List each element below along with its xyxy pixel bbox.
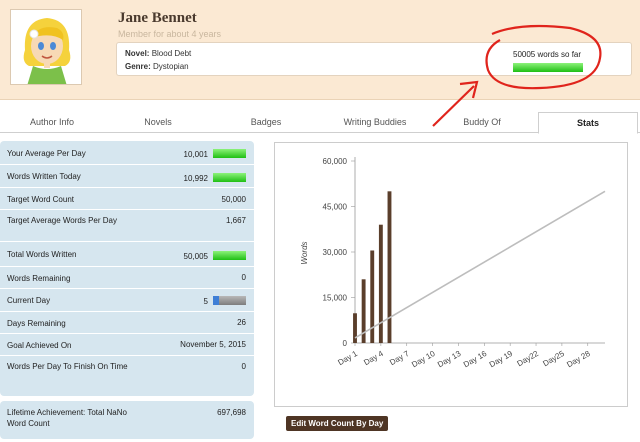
words-so-far: 50005 words so far — [513, 50, 582, 59]
user-name: Jane Bennet — [118, 10, 197, 26]
target-line — [354, 190, 606, 339]
avatar[interactable] — [10, 9, 82, 85]
stat-progress-bar — [213, 296, 246, 305]
stat-label: Days Remaining — [7, 319, 66, 328]
stat-row-words-per-day-finish: Words Per Day To Finish On Time 0 — [0, 356, 254, 396]
word-count-chart: 0 15,000 30,000 45,000 60,000 Words Day 1 Day 4… — [274, 142, 628, 407]
stat-value: 26 — [237, 318, 246, 327]
lifetime-panel: Lifetime Achievement: Total NaNo Word Co… — [0, 401, 254, 439]
stat-value: 0 — [241, 362, 246, 371]
stat-value: 50,000 — [221, 195, 246, 204]
novel-info-box: Novel: Blood Debt Genre: Dystopian 50005… — [116, 42, 632, 76]
x-tick-label: Day 16 — [462, 349, 489, 370]
profile-header: Jane Bennet Member for about 4 years Nov… — [0, 0, 640, 100]
tab-novels[interactable]: Novels — [108, 112, 208, 133]
stat-progress-bar — [213, 149, 246, 158]
tab-buddy-of[interactable]: Buddy Of — [432, 112, 532, 133]
stat-label: Target Average Words Per Day — [7, 216, 117, 225]
stat-row-days-remaining: Days Remaining 26 — [0, 312, 254, 334]
stat-label: Total Words Written — [7, 250, 77, 259]
stat-row-words-remaining: Words Remaining 0 — [0, 267, 254, 289]
y-axis-label: Words — [300, 241, 309, 264]
x-tick-label: Day 28 — [565, 349, 592, 370]
profile-tabs: Author Info Novels Badges Writing Buddie… — [0, 112, 640, 134]
chart-bar — [378, 224, 383, 343]
x-tick-label: Day 7 — [388, 349, 411, 368]
stat-label: Current Day — [7, 296, 51, 305]
x-tick-label: Day22 — [516, 349, 541, 369]
stat-label: Target Word Count — [7, 195, 74, 204]
stat-row-target-word-count: Target Word Count 50,000 — [0, 188, 254, 210]
novel-title[interactable]: Blood Debt — [152, 49, 192, 58]
stat-value: November 5, 2015 — [180, 340, 246, 349]
lifetime-label: Lifetime Achievement: Total NaNo Word Co… — [7, 408, 127, 428]
x-tick-label: Day 19 — [488, 349, 515, 370]
genre-label: Genre: — [125, 62, 151, 71]
stat-value: 10,001 — [183, 150, 208, 159]
y-tick-label: 60,000 — [323, 157, 348, 166]
x-tick-label: Day 10 — [410, 349, 437, 370]
y-tick-label: 15,000 — [323, 294, 348, 303]
chart-bar — [387, 191, 392, 343]
stat-progress-bar — [213, 173, 246, 182]
novel-line: Novel: Blood Debt — [125, 49, 191, 58]
y-tick-label: 0 — [343, 339, 348, 348]
tab-badges[interactable]: Badges — [216, 112, 316, 133]
x-tick-label: Day 4 — [362, 349, 385, 368]
stat-value: 50,005 — [183, 252, 208, 261]
avatar-illustration-icon — [11, 10, 81, 84]
tab-stats[interactable]: Stats — [538, 112, 638, 134]
member-duration: Member for about 4 years — [118, 29, 222, 39]
stat-label: Goal Achieved On — [7, 341, 72, 350]
y-tick-label: 45,000 — [323, 203, 348, 212]
stat-label: Words Remaining — [7, 274, 71, 283]
stat-label: Your Average Per Day — [7, 149, 86, 158]
tab-author-info[interactable]: Author Info — [2, 112, 102, 133]
x-tick-label: Day 13 — [436, 349, 463, 370]
chart-canvas: 0 15,000 30,000 45,000 60,000 Words Day 1 Day 4… — [300, 157, 606, 370]
stat-row-average-per-day: Your Average Per Day 10,001 — [0, 141, 254, 165]
y-tick-label: 30,000 — [323, 248, 348, 257]
stat-row-current-day: Current Day 5 — [0, 289, 254, 312]
stat-progress-bar — [213, 251, 246, 260]
stat-row-total-words: Total Words Written 50,005 — [0, 242, 254, 267]
stat-value: 0 — [241, 273, 246, 282]
stat-row-goal-achieved: Goal Achieved On November 5, 2015 — [0, 334, 254, 356]
genre-line: Genre: Dystopian — [125, 62, 189, 71]
genre-value: Dystopian — [153, 62, 189, 71]
header-progress-bar — [513, 63, 583, 72]
stat-label: Words Per Day To Finish On Time — [7, 362, 128, 371]
stat-value: 1,667 — [225, 216, 246, 225]
stat-row-target-average: Target Average Words Per Day 1,667 — [0, 210, 254, 242]
stat-value: 5 — [203, 297, 208, 306]
chart-bar — [353, 313, 357, 343]
stat-value: 10,992 — [183, 174, 208, 183]
edit-word-count-button[interactable]: Edit Word Count By Day — [286, 416, 389, 431]
stat-row-written-today: Words Written Today 10,992 — [0, 165, 254, 188]
x-tick-label: Day25 — [541, 349, 566, 369]
x-tick-label: Day 1 — [336, 349, 359, 368]
novel-label: Novel: — [125, 49, 150, 58]
stat-label: Words Written Today — [7, 172, 81, 181]
tab-writing-buddies[interactable]: Writing Buddies — [325, 112, 425, 133]
stats-panel: Your Average Per Day 10,001 Words Writte… — [0, 141, 254, 396]
lifetime-value: 697,698 — [217, 408, 246, 417]
